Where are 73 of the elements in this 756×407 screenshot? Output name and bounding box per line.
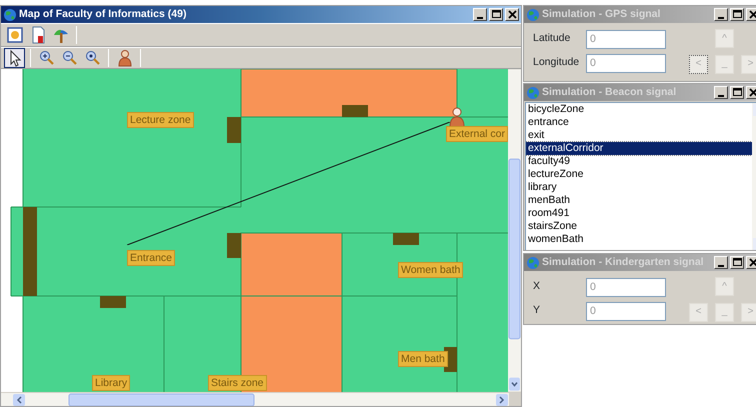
globe-icon bbox=[526, 86, 540, 100]
close-icon bbox=[748, 257, 756, 268]
arrow-button[interactable]: ^ bbox=[715, 29, 734, 48]
zone-label: Men bath bbox=[398, 351, 448, 367]
globe-icon bbox=[3, 8, 17, 22]
minimize-button[interactable] bbox=[714, 256, 728, 269]
zoom-icon bbox=[84, 49, 102, 67]
arrow-button[interactable]: ^ bbox=[715, 277, 734, 296]
close-icon bbox=[748, 87, 756, 98]
maximize-icon bbox=[732, 9, 742, 20]
horizontal-scrollbar[interactable] bbox=[1, 393, 509, 406]
list-item[interactable]: library bbox=[526, 181, 752, 194]
list-item[interactable]: entrance bbox=[526, 116, 752, 129]
fit-view-icon bbox=[6, 26, 24, 44]
arrow-button[interactable]: < bbox=[689, 302, 708, 322]
field-label: Y bbox=[532, 303, 542, 318]
zoom-out-icon bbox=[60, 49, 78, 67]
zone-label: Women bath bbox=[398, 262, 464, 278]
window-title: Simulation - GPS signal bbox=[542, 6, 662, 22]
minimize-button[interactable] bbox=[473, 8, 487, 21]
zone-label: Library bbox=[92, 375, 130, 391]
list-item[interactable]: bicycleZone bbox=[526, 103, 752, 116]
zone-label: Entrance bbox=[127, 250, 176, 266]
coordinate-field[interactable]: 0 bbox=[586, 54, 666, 72]
person-icon bbox=[116, 49, 134, 67]
close-icon bbox=[506, 9, 518, 20]
minimize-button[interactable] bbox=[714, 86, 728, 99]
close-button[interactable] bbox=[505, 8, 519, 21]
minimize-icon bbox=[718, 16, 724, 18]
maximize-button[interactable] bbox=[730, 86, 744, 99]
list-item[interactable]: room491 bbox=[526, 207, 752, 220]
close-button[interactable] bbox=[746, 256, 756, 269]
zone-label: External cor bbox=[446, 126, 508, 142]
globe-icon bbox=[526, 8, 540, 22]
coordinate-field[interactable]: 0 bbox=[586, 278, 666, 296]
maximize-button[interactable] bbox=[489, 8, 503, 21]
list-item[interactable]: faculty49 bbox=[526, 155, 752, 168]
maximize-button[interactable] bbox=[730, 8, 744, 21]
pointer-tool[interactable] bbox=[4, 48, 25, 68]
close-icon bbox=[748, 9, 756, 20]
window-title: Map of Faculty of Informatics (49) bbox=[19, 6, 188, 22]
minimize-button[interactable] bbox=[714, 8, 728, 21]
list-item[interactable]: womenBath bbox=[526, 233, 752, 246]
zone-label: Stairs zone bbox=[208, 375, 267, 391]
arrow-button[interactable]: _ bbox=[715, 302, 734, 322]
list-item[interactable]: externalCorridor bbox=[526, 142, 752, 155]
vertical-scrollbar[interactable] bbox=[508, 69, 521, 392]
arrow-button[interactable]: _ bbox=[715, 54, 734, 74]
zone-label: Lecture zone bbox=[127, 112, 194, 128]
maximize-icon bbox=[732, 257, 742, 268]
field-label: Latitude bbox=[532, 31, 572, 46]
close-button[interactable] bbox=[746, 86, 756, 99]
maximize-button[interactable] bbox=[730, 256, 744, 269]
minimize-icon bbox=[477, 16, 483, 18]
person-icon[interactable] bbox=[449, 107, 465, 128]
close-button[interactable] bbox=[746, 8, 756, 21]
coordinate-field[interactable]: 0 bbox=[586, 302, 666, 320]
zoom-in-icon bbox=[38, 49, 56, 67]
field-label: X bbox=[532, 279, 542, 294]
minimize-icon bbox=[718, 264, 724, 266]
coordinate-field[interactable]: 0 bbox=[586, 30, 666, 48]
arrow-button[interactable]: < bbox=[689, 54, 708, 74]
list-item[interactable]: stairsZone bbox=[526, 220, 752, 233]
list-item[interactable]: lectureZone bbox=[526, 168, 752, 181]
arrow-button[interactable]: > bbox=[741, 302, 756, 322]
list-item[interactable]: exit bbox=[526, 129, 752, 142]
maximize-icon bbox=[490, 9, 502, 20]
globe-icon bbox=[526, 256, 540, 270]
list-item[interactable]: menBath bbox=[526, 194, 752, 207]
minimize-icon bbox=[718, 94, 724, 96]
maximize-icon bbox=[732, 87, 742, 98]
arrow-button[interactable]: > bbox=[741, 54, 756, 74]
field-label: Longitude bbox=[532, 55, 580, 70]
